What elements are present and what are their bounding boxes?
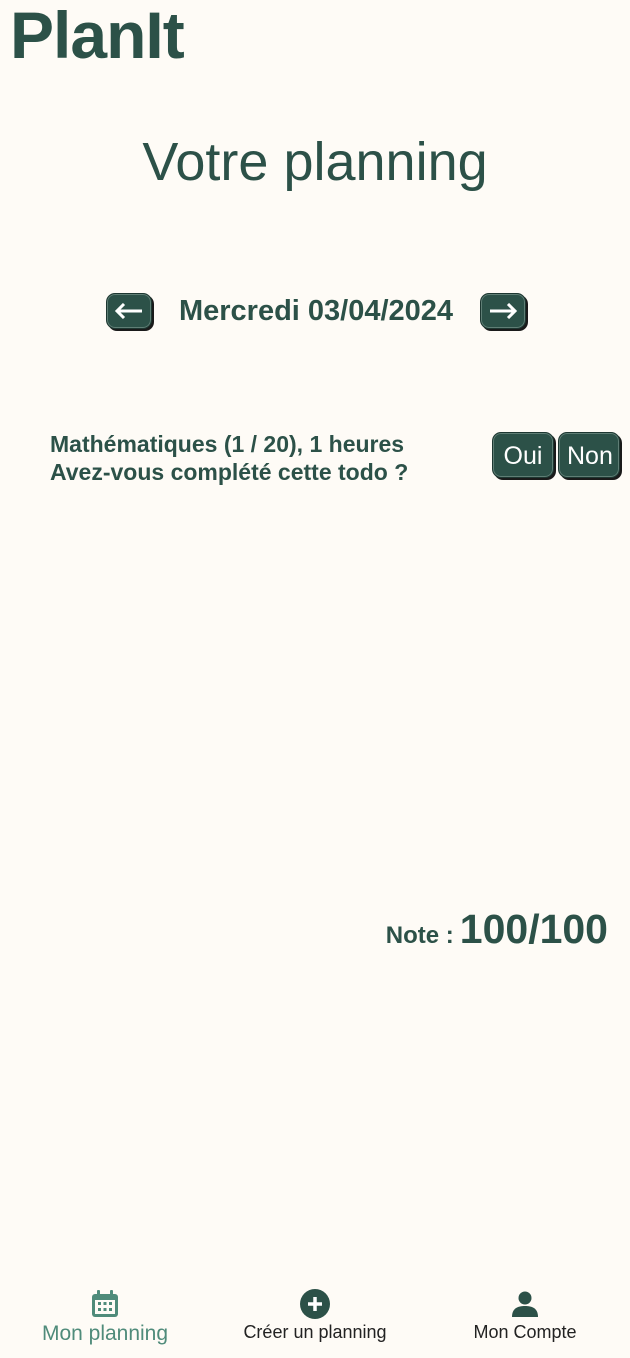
nav-item-creer-planning[interactable]: Créer un planning <box>210 1278 420 1358</box>
next-day-button[interactable] <box>480 293 526 329</box>
previous-day-button[interactable] <box>106 293 152 329</box>
score-value: 100/100 <box>459 906 608 952</box>
nav-label-mon-planning: Mon planning <box>41 1322 169 1345</box>
todo-yes-button[interactable]: Oui <box>492 432 554 478</box>
calendar-icon <box>92 1290 118 1317</box>
arrow-right-icon <box>490 303 518 319</box>
nav-label-mon-compte: Mon Compte <box>473 1322 577 1342</box>
nav-label-creer-planning: Créer un planning <box>243 1322 387 1342</box>
todo-actions: Oui Non <box>492 432 620 478</box>
arrow-left-icon <box>114 303 142 319</box>
date-navigator: Mercredi 03/04/2024 <box>106 290 526 332</box>
score-display: Note : 100/100 <box>386 906 608 953</box>
nav-item-mon-compte[interactable]: Mon Compte <box>420 1278 630 1358</box>
nav-item-mon-planning[interactable]: Mon planning <box>0 1278 210 1358</box>
score-label: Note : <box>385 922 454 949</box>
todo-item: Mathématiques (1 / 20), 1 heures Avez-vo… <box>50 430 490 486</box>
todo-question: Avez-vous complété cette todo ? <box>50 459 409 485</box>
bottom-navigation: Mon planning Créer un planning Mon Compt… <box>0 1278 630 1358</box>
app-title: PlanIt <box>10 0 185 72</box>
plus-circle-icon <box>300 1289 330 1319</box>
page-title: Votre planning <box>142 132 488 192</box>
todo-subject: Mathématiques (1 / 20), 1 heures <box>50 431 405 457</box>
current-date-label: Mercredi 03/04/2024 <box>178 295 454 327</box>
person-icon <box>512 1291 538 1317</box>
todo-no-button[interactable]: Non <box>558 432 620 478</box>
